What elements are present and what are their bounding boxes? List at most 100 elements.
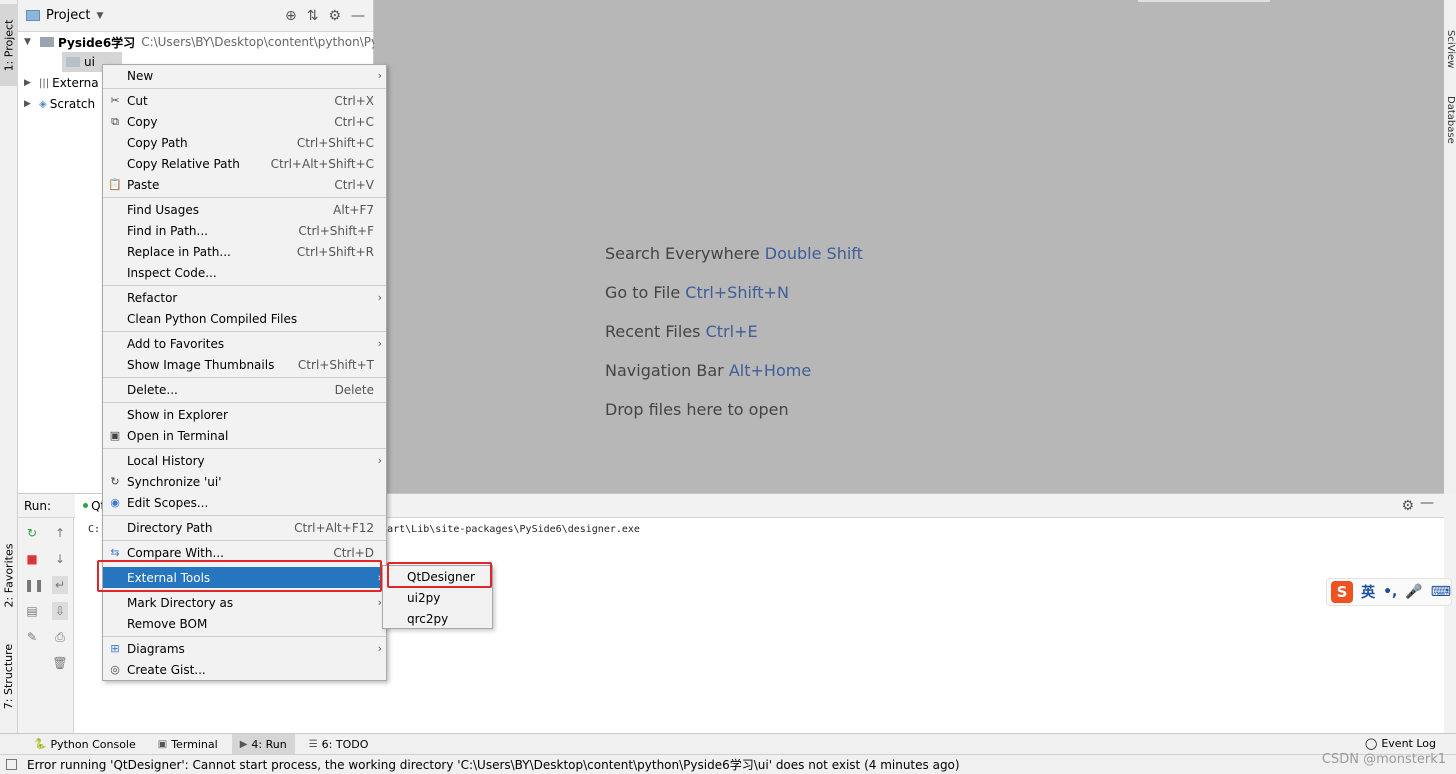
scope-icon: ◉ bbox=[110, 496, 120, 509]
microphone-icon[interactable]: 🎤 bbox=[1405, 584, 1422, 600]
tree-row-scratches[interactable]: ▶ ◈ Scratch bbox=[24, 94, 95, 114]
menu-item-remove-bom[interactable]: Remove BOM bbox=[103, 613, 386, 634]
tab-event-log[interactable]: ◯ Event Log bbox=[1365, 737, 1436, 750]
tab-sciview[interactable]: SciView bbox=[1442, 30, 1456, 68]
status-bar: Error running 'QtDesigner': Cannot start… bbox=[0, 754, 1456, 774]
ime-language[interactable]: 英 bbox=[1361, 582, 1375, 602]
sogou-logo-icon[interactable]: S bbox=[1331, 581, 1354, 603]
menu-item-delete[interactable]: Delete... Delete bbox=[103, 379, 386, 400]
chevron-right-icon: › bbox=[377, 69, 382, 82]
menu-item-clean-compiled[interactable]: Clean Python Compiled Files bbox=[103, 308, 386, 329]
menu-item-cut[interactable]: ✂ Cut Ctrl+X bbox=[103, 90, 386, 111]
chevron-right-icon[interactable]: ▶ bbox=[24, 99, 36, 109]
sync-icon: ↻ bbox=[110, 475, 120, 488]
trash-icon[interactable]: 🗑 bbox=[52, 654, 68, 672]
github-icon: ◎ bbox=[110, 663, 120, 676]
hint-drop-files: Drop files here to open bbox=[605, 400, 789, 419]
menu-item-copy-path[interactable]: Copy Path Ctrl+Shift+C bbox=[103, 132, 386, 153]
menu-item-directory-path[interactable]: Directory Path Ctrl+Alt+F12 bbox=[103, 517, 386, 538]
chevron-down-icon[interactable]: ▼ bbox=[24, 37, 36, 47]
soft-wrap-icon[interactable]: ↵ bbox=[52, 576, 68, 594]
scroll-end-icon[interactable]: ⇩ bbox=[52, 602, 68, 620]
print-icon[interactable]: ⎙ bbox=[52, 628, 68, 646]
tab-project[interactable]: 1: Project bbox=[0, 4, 18, 86]
down-arrow-icon[interactable]: ↓ bbox=[52, 550, 68, 568]
menu-item-copy[interactable]: ⧉ Copy Ctrl+C bbox=[103, 111, 386, 132]
menu-item-paste[interactable]: 📋 Paste Ctrl+V bbox=[103, 174, 386, 195]
rerun-icon[interactable]: ↻ bbox=[24, 524, 40, 542]
menu-item-inspect-code[interactable]: Inspect Code... bbox=[103, 262, 386, 283]
chevron-right-icon: › bbox=[377, 337, 382, 350]
status-toggle-icon[interactable] bbox=[6, 759, 17, 770]
menu-item-show-thumbnails[interactable]: Show Image Thumbnails Ctrl+Shift+T bbox=[103, 354, 386, 375]
tab-favorites[interactable]: 2: Favorites bbox=[0, 520, 18, 630]
chevron-right-icon[interactable]: ▶ bbox=[24, 78, 36, 88]
pin-icon[interactable]: ✎ bbox=[24, 628, 40, 646]
python-icon: 🐍 bbox=[34, 738, 47, 750]
run-toolbar: ↻ ■ ❚❚ ▤ ✎ ↑ ↓ ↵ ⇩ ⎙ 🗑 bbox=[18, 518, 74, 734]
menu-item-replace-in-path[interactable]: Replace in Path... Ctrl+Shift+R bbox=[103, 241, 386, 262]
hint-go-to-file: Go to File Ctrl+Shift+N bbox=[605, 283, 789, 302]
editor-top-tab bbox=[1138, 0, 1270, 2]
tab-todo[interactable]: ☰ 6: TODO bbox=[301, 734, 377, 755]
tree-row-project-root[interactable]: ▼ Pyside6学习 C:\Users\BY\Desktop\content\… bbox=[24, 32, 384, 52]
tab-database[interactable]: Database bbox=[1442, 96, 1456, 144]
copy-icon: ⧉ bbox=[111, 114, 119, 128]
menu-item-diagrams[interactable]: ⊞ Diagrams › bbox=[103, 638, 386, 659]
running-dot-icon bbox=[83, 503, 89, 508]
chevron-right-icon: › bbox=[377, 642, 382, 655]
menu-item-copy-relative-path[interactable]: Copy Relative Path Ctrl+Alt+Shift+C bbox=[103, 153, 386, 174]
hint-search-everywhere: Search Everywhere Double Shift bbox=[605, 244, 863, 263]
tab-run[interactable]: ▶ 4: Run bbox=[231, 733, 295, 755]
minimize-icon[interactable]: — bbox=[351, 8, 365, 24]
up-arrow-icon[interactable]: ↑ bbox=[52, 524, 68, 542]
menu-item-edit-scopes[interactable]: ◉ Edit Scopes... bbox=[103, 492, 386, 513]
layout-icon[interactable]: ▤ bbox=[24, 602, 40, 620]
gear-icon[interactable]: ⚙ bbox=[1401, 498, 1414, 514]
minimize-icon[interactable]: — bbox=[1420, 495, 1434, 511]
menu-item-synchronize[interactable]: ↻ Synchronize 'ui' bbox=[103, 471, 386, 492]
menu-item-local-history[interactable]: Local History › bbox=[103, 450, 386, 471]
clipboard-icon: 📋 bbox=[108, 178, 122, 191]
tab-python-console[interactable]: 🐍 Python Console bbox=[26, 734, 144, 755]
menu-item-create-gist[interactable]: ◎ Create Gist... bbox=[103, 659, 386, 680]
hint-navigation-bar: Navigation Bar Alt+Home bbox=[605, 361, 812, 380]
editor-hints: Search Everywhere Double Shift Go to Fil… bbox=[605, 244, 863, 439]
stop-icon[interactable]: ■ bbox=[24, 550, 40, 568]
gear-icon[interactable]: ⚙ bbox=[328, 8, 341, 24]
ime-punctuation[interactable]: •, bbox=[1383, 584, 1397, 600]
chevron-right-icon: › bbox=[377, 454, 382, 467]
keyboard-icon[interactable]: ⌨ bbox=[1431, 584, 1451, 600]
terminal-icon: ▣ bbox=[157, 738, 168, 750]
todo-icon: ☰ bbox=[308, 738, 318, 750]
library-icon: ||| bbox=[39, 77, 50, 89]
status-message: Error running 'QtDesigner': Cannot start… bbox=[27, 758, 960, 772]
locate-icon[interactable]: ⊕ bbox=[285, 8, 297, 24]
menu-item-open-in-terminal[interactable]: ▣ Open in Terminal bbox=[103, 425, 386, 446]
scissors-icon: ✂ bbox=[110, 94, 120, 107]
compare-icon: ⇆ bbox=[110, 546, 120, 559]
bottom-tool-tabs: 🐍 Python Console ▣ Terminal ▶ 4: Run ☰ 6: TO… bbox=[0, 733, 1456, 755]
menu-item-refactor[interactable]: Refactor › bbox=[103, 287, 386, 308]
menu-item-add-to-favorites[interactable]: Add to Favorites › bbox=[103, 333, 386, 354]
menu-item-find-in-path[interactable]: Find in Path... Ctrl+Shift+F bbox=[103, 220, 386, 241]
submenu-item-qrc2py[interactable]: qrc2py bbox=[383, 608, 492, 629]
annotation-box-external-tools bbox=[97, 560, 382, 592]
pause-icon[interactable]: ❚❚ bbox=[24, 576, 44, 594]
collapse-icon[interactable]: ⇅ bbox=[307, 8, 319, 24]
left-tool-strip: 1: Project 2: Favorites 7: Structure bbox=[0, 0, 18, 733]
tree-row-external-libraries[interactable]: ▶ ||| Externa bbox=[24, 73, 99, 93]
project-title[interactable]: Project bbox=[46, 8, 90, 23]
event-log-icon: ◯ bbox=[1365, 737, 1378, 750]
run-label: Run: bbox=[24, 498, 52, 513]
tab-structure[interactable]: 7: Structure bbox=[0, 636, 18, 716]
scratch-icon: ◈ bbox=[39, 98, 47, 110]
menu-item-mark-directory-as[interactable]: Mark Directory as › bbox=[103, 592, 386, 613]
submenu-item-ui2py[interactable]: ui2py bbox=[383, 587, 492, 608]
menu-item-find-usages[interactable]: Find Usages Alt+F7 bbox=[103, 199, 386, 220]
menu-item-show-in-explorer[interactable]: Show in Explorer bbox=[103, 404, 386, 425]
chevron-down-icon[interactable]: ▼ bbox=[96, 11, 103, 21]
menu-item-new[interactable]: New › bbox=[103, 65, 386, 86]
tab-terminal[interactable]: ▣ Terminal bbox=[150, 734, 226, 755]
terminal-icon: ▣ bbox=[109, 429, 121, 442]
